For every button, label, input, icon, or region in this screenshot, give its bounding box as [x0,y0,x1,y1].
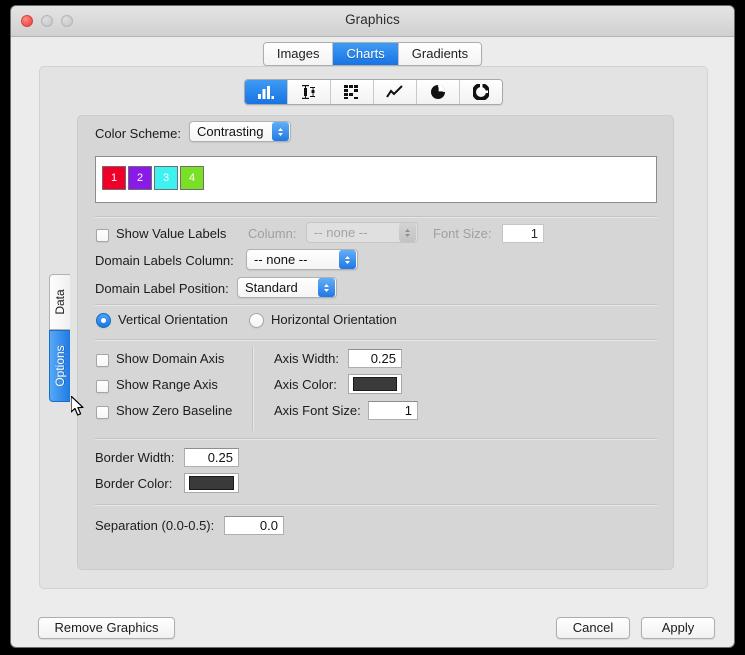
font-size-field[interactable]: 1 [502,224,544,243]
color-swatch-list[interactable]: 1 2 3 4 [95,156,657,203]
axis-color-swatch [353,377,397,391]
font-size-label: Font Size: [433,226,492,241]
donut-chart-icon[interactable] [460,80,502,104]
color-scheme-popup[interactable]: Contrasting [189,121,291,142]
title-bar: Graphics [11,6,734,37]
chevron-updown-icon [318,278,335,297]
domain-labels-column-value: -- none -- [247,252,339,267]
options-inner-panel: Color Scheme: Contrasting 1 2 3 4 [77,115,674,570]
show-value-labels-label: Show Value Labels [116,226,226,241]
tab-charts[interactable]: Charts [333,43,398,65]
side-tab-options-label: Options [53,345,67,386]
window-title: Graphics [11,12,734,27]
top-tab-bar: Images Charts Gradients [11,42,734,66]
sidebar-item-options[interactable]: Options [49,330,70,402]
horizontal-orientation-radio[interactable] [249,313,264,328]
show-domain-axis-label: Show Domain Axis [116,351,224,366]
vertical-orientation-radio[interactable] [96,313,111,328]
domain-label-position-label: Domain Label Position: [95,281,229,296]
border-color-well[interactable] [184,473,239,493]
domain-labels-column-popup[interactable]: -- none -- [246,249,358,270]
show-zero-baseline-checkbox[interactable] [96,406,109,419]
column-value: -- none -- [307,225,399,240]
tab-images[interactable]: Images [264,43,334,65]
bar-chart-icon[interactable] [245,80,288,104]
vertical-orientation-label: Vertical Orientation [118,312,228,327]
show-value-labels-checkbox[interactable] [96,229,109,242]
separator-2 [95,304,657,306]
border-color-swatch [189,476,234,490]
line-chart-icon[interactable] [374,80,417,104]
chevron-updown-icon [339,250,356,269]
axis-font-size-label: Axis Font Size: [274,403,361,418]
color-swatch-3[interactable]: 3 [154,166,178,190]
show-range-axis-label: Show Range Axis [116,377,218,392]
chart-type-toolbar [40,79,707,105]
charts-panel: Color Scheme: Contrasting 1 2 3 4 [39,66,708,589]
side-tab-bar: Data Options [49,274,70,402]
color-scheme-label: Color Scheme: [95,126,181,141]
chevron-updown-icon [272,122,289,141]
side-tab-data-label: Data [53,289,67,314]
vertical-separator [252,347,254,431]
apply-button[interactable]: Apply [641,617,715,639]
domain-labels-column-label: Domain Labels Column: [95,253,234,268]
border-width-field[interactable]: 0.25 [184,448,239,467]
show-range-axis-checkbox[interactable] [96,380,109,393]
separator-1 [95,216,657,218]
stacked-chart-icon[interactable] [331,80,374,104]
separator-5 [95,504,657,506]
remove-graphics-button[interactable]: Remove Graphics [38,617,175,639]
column-label: Column: [248,226,296,241]
color-swatch-4[interactable]: 4 [180,166,204,190]
separation-label: Separation (0.0-0.5): [95,518,214,533]
column-popup[interactable]: -- none -- [306,222,418,243]
tab-gradients[interactable]: Gradients [399,43,481,65]
axis-color-well[interactable] [348,374,402,394]
domain-label-position-popup[interactable]: Standard [237,277,337,298]
scatter-chart-icon[interactable] [288,80,331,104]
axis-width-field[interactable]: 0.25 [348,349,402,368]
separation-field[interactable]: 0.0 [224,516,284,535]
axis-font-size-field[interactable]: 1 [368,401,418,420]
axis-width-label: Axis Width: [274,351,339,366]
color-swatch-2[interactable]: 2 [128,166,152,190]
cancel-button[interactable]: Cancel [556,617,630,639]
border-color-label: Border Color: [95,476,172,491]
horizontal-orientation-label: Horizontal Orientation [271,312,397,327]
graphics-dialog-window: Graphics Images Charts Gradients [10,5,735,648]
show-zero-baseline-label: Show Zero Baseline [116,403,232,418]
sidebar-item-data[interactable]: Data [49,274,70,330]
separator-4 [95,438,657,440]
separator-3 [95,339,657,341]
axis-color-label: Axis Color: [274,377,337,392]
color-swatch-1[interactable]: 1 [102,166,126,190]
border-width-label: Border Width: [95,450,174,465]
chevron-updown-icon [399,223,416,242]
pie-chart-icon[interactable] [417,80,460,104]
domain-label-position-value: Standard [238,280,318,295]
color-scheme-value: Contrasting [190,124,272,139]
show-domain-axis-checkbox[interactable] [96,354,109,367]
